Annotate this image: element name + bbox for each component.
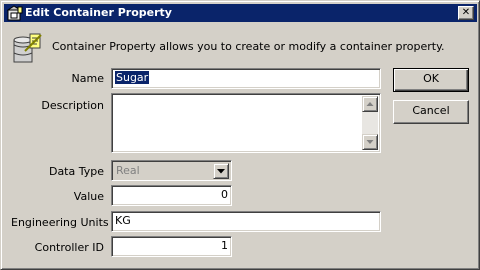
value-field[interactable]: 0 <box>111 185 232 206</box>
scroll-down-button[interactable] <box>362 134 378 150</box>
scroll-up-button[interactable] <box>362 96 378 112</box>
data-type-select[interactable]: Real <box>111 160 232 181</box>
chevron-down-icon <box>217 169 225 174</box>
app-icon <box>6 5 23 21</box>
controller-id-value: 1 <box>221 239 228 252</box>
arrow-up-icon <box>366 102 374 106</box>
description-field[interactable] <box>111 93 381 153</box>
info-text: Container Property allows you to create … <box>52 40 445 53</box>
close-icon: ✕ <box>461 7 471 18</box>
description-label: Description <box>41 99 104 112</box>
data-type-label: Data Type <box>48 165 104 178</box>
ok-button[interactable]: OK <box>393 68 469 92</box>
engineering-units-value: KG <box>115 214 131 227</box>
cancel-button[interactable]: Cancel <box>393 100 469 124</box>
title-bar[interactable]: Edit Container Property ✕ <box>4 4 477 22</box>
close-button[interactable]: ✕ <box>458 6 474 20</box>
name-field[interactable]: Sugar <box>111 68 381 89</box>
name-value: Sugar <box>115 71 150 84</box>
data-type-dropdown-button[interactable] <box>213 163 229 179</box>
engineering-units-label: Engineering Units <box>11 216 109 229</box>
data-type-value: Real <box>116 164 140 177</box>
name-label: Name <box>71 72 104 85</box>
window-title: Edit Container Property <box>25 6 172 19</box>
description-scrollbar[interactable] <box>362 96 378 150</box>
value-value: 0 <box>221 188 228 201</box>
engineering-units-field[interactable]: KG <box>111 211 381 232</box>
controller-id-label: Controller ID <box>34 241 104 254</box>
edit-container-property-dialog: Edit Container Property ✕ Container Prop… <box>0 0 480 270</box>
arrow-down-icon <box>366 140 374 144</box>
controller-id-field[interactable]: 1 <box>111 236 232 257</box>
value-label: Value <box>73 190 104 203</box>
container-property-icon <box>11 31 45 65</box>
